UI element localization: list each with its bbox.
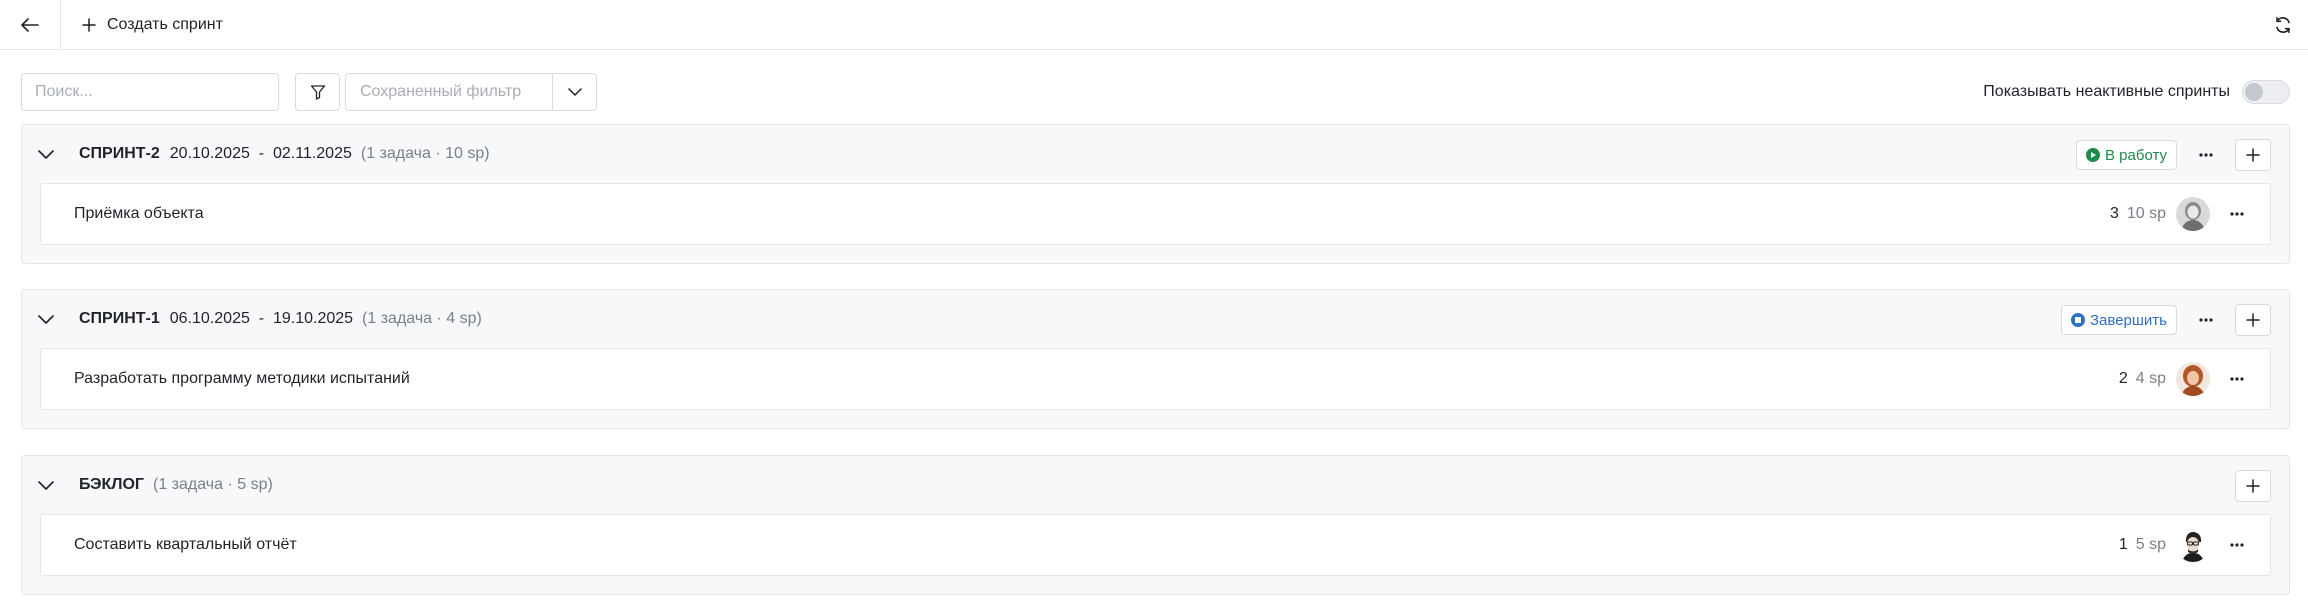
- task-row[interactable]: Разработать программу методики испытаний…: [40, 348, 2271, 410]
- refresh-icon: [2276, 17, 2290, 33]
- chevron-down-icon[interactable]: [38, 480, 70, 490]
- sprint-name: СПРИНТ-2: [79, 145, 160, 162]
- sprint-task-count: (1 задача · 5 sp): [153, 476, 273, 493]
- sprint-block: СПРИНТ-1 06.10.2025 - 19.10.2025 (1 зада…: [21, 289, 2290, 429]
- sprint-actions: Завершить: [2061, 304, 2271, 336]
- more-icon[interactable]: [2222, 199, 2252, 229]
- stop-icon: [2071, 313, 2085, 327]
- play-icon: [2086, 148, 2100, 162]
- refresh-button[interactable]: [2258, 0, 2308, 50]
- saved-filter-placeholder: Сохраненный фильтр: [360, 83, 522, 100]
- create-sprint-button[interactable]: Создать спринт: [61, 0, 223, 50]
- filter-button[interactable]: [295, 73, 340, 111]
- chevron-down-icon[interactable]: [38, 314, 70, 324]
- sprint-actions: В работу: [2076, 139, 2271, 171]
- top-toolbar: Создать спринт: [0, 0, 2308, 50]
- finish-sprint-button[interactable]: Завершить: [2061, 305, 2177, 335]
- sprint-actions: [2235, 470, 2271, 502]
- finish-sprint-label: Завершить: [2090, 311, 2167, 329]
- saved-filter-select[interactable]: Сохраненный фильтр: [345, 73, 597, 111]
- search-input[interactable]: [21, 73, 279, 111]
- more-icon[interactable]: [2222, 530, 2252, 560]
- chevron-down-icon[interactable]: [552, 74, 596, 110]
- sprint-header: СПРИНТ-2 20.10.2025 - 02.11.2025 (1 зада…: [22, 125, 2289, 183]
- filter-bar: Сохраненный фильтр Показывать неактивные…: [0, 72, 2308, 112]
- more-icon[interactable]: [2191, 140, 2221, 170]
- task-row[interactable]: Приёмка объекта 3 10 sp: [40, 183, 2271, 245]
- plus-icon: [2246, 313, 2260, 327]
- task-row[interactable]: Составить квартальный отчёт 1 5 sp: [40, 514, 2271, 576]
- avatar[interactable]: [2176, 197, 2210, 231]
- chevron-down-icon[interactable]: [38, 149, 70, 159]
- sprint-header: БЭКЛОГ (1 задача · 5 sp): [22, 456, 2289, 514]
- sprint-dates: 20.10.2025 - 02.11.2025: [169, 145, 352, 162]
- sprint-block: СПРИНТ-2 20.10.2025 - 02.11.2025 (1 зада…: [21, 124, 2290, 264]
- task-title: Разработать программу методики испытаний: [74, 370, 410, 387]
- add-task-button[interactable]: [2235, 139, 2271, 171]
- task-story-points: 10 sp: [2126, 205, 2166, 222]
- task-story-points: 4 sp: [2135, 370, 2166, 387]
- task-number: 2: [2118, 370, 2128, 387]
- sprint-header: СПРИНТ-1 06.10.2025 - 19.10.2025 (1 зада…: [22, 290, 2289, 348]
- add-task-button[interactable]: [2235, 304, 2271, 336]
- task-story-points: 5 sp: [2135, 536, 2166, 553]
- avatar[interactable]: [2176, 362, 2210, 396]
- sprint-task-count: (1 задача · 10 sp): [360, 145, 490, 162]
- more-icon[interactable]: [2191, 305, 2221, 335]
- add-task-button[interactable]: [2235, 470, 2271, 502]
- task-meta: 2 4 sp: [2119, 349, 2252, 409]
- task-meta: 1 5 sp: [2119, 515, 2252, 575]
- create-sprint-label: Создать спринт: [107, 15, 223, 33]
- plus-icon: [82, 17, 96, 32]
- start-sprint-button[interactable]: В работу: [2076, 140, 2177, 170]
- task-number: 1: [2118, 536, 2128, 553]
- plus-icon: [2246, 148, 2260, 162]
- sprint-name: БЭКЛОГ: [79, 476, 144, 493]
- arrow-left-icon: [21, 17, 39, 32]
- avatar[interactable]: [2176, 528, 2210, 562]
- task-title: Составить квартальный отчёт: [74, 536, 297, 553]
- inactive-sprints-toggle[interactable]: [2242, 80, 2290, 104]
- toggle-knob: [2245, 83, 2263, 101]
- task-number: 3: [2109, 205, 2119, 222]
- task-meta: 3 10 sp: [2110, 184, 2252, 244]
- inactive-sprints-label: Показывать неактивные спринты: [1983, 83, 2230, 100]
- sprint-dates: 06.10.2025 - 19.10.2025: [169, 310, 354, 327]
- task-title: Приёмка объекта: [74, 205, 204, 222]
- backlog-block: БЭКЛОГ (1 задача · 5 sp) Составить кварт…: [21, 455, 2290, 595]
- more-icon[interactable]: [2222, 364, 2252, 394]
- start-sprint-label: В работу: [2105, 146, 2167, 164]
- funnel-icon: [310, 85, 325, 100]
- sprint-task-count: (1 задача · 4 sp): [362, 310, 482, 327]
- inactive-sprints-setting: Показывать неактивные спринты: [1983, 80, 2290, 104]
- back-button[interactable]: [0, 0, 61, 50]
- sprint-name: СПРИНТ-1: [79, 310, 160, 327]
- plus-icon: [2246, 479, 2260, 493]
